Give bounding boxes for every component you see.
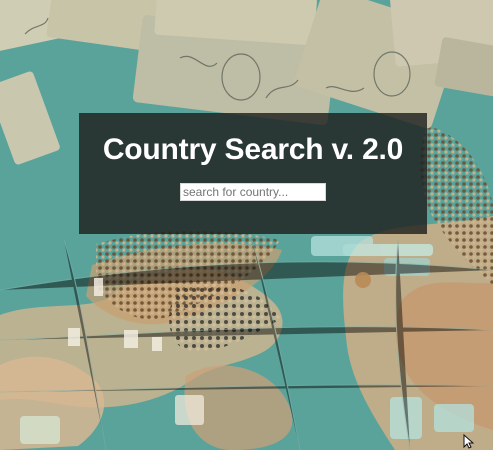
country-search-app: Country Search v. 2.0 — [0, 0, 493, 450]
country-search-input[interactable] — [180, 183, 326, 201]
page-title: Country Search v. 2.0 — [102, 133, 404, 166]
country-search-panel: Country Search v. 2.0 — [79, 113, 427, 234]
